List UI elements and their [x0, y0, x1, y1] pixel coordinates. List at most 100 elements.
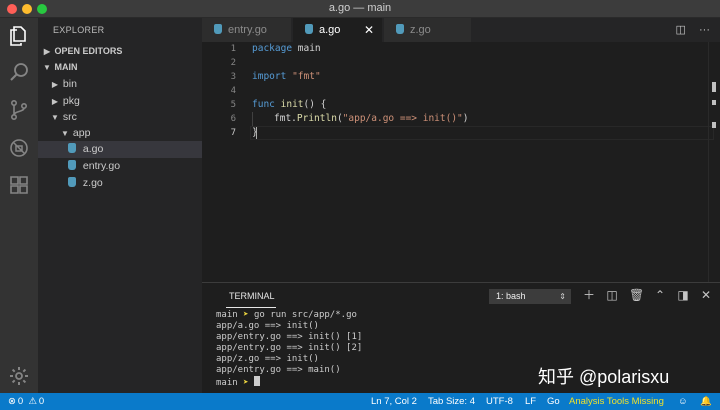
line-ending[interactable]: LF	[525, 393, 536, 410]
close-panel-icon[interactable]: ✕	[699, 288, 713, 302]
tree-file-a-go[interactable]: a.go	[38, 141, 202, 158]
line-number: 1	[230, 44, 236, 54]
overview-ruler	[708, 42, 709, 282]
active-tab-underline	[226, 307, 276, 308]
open-editors-section[interactable]: ▶ OPEN EDITORS	[38, 43, 202, 60]
terminal-select-value: 1: bash	[496, 291, 526, 301]
root-folder-section[interactable]: ▼ MAIN	[38, 59, 202, 76]
tree-folder-app[interactable]: ▼ app	[38, 125, 202, 142]
code-line-3: import "fmt"	[252, 71, 321, 82]
cursor-position[interactable]: Ln 7, Col 2	[371, 393, 417, 410]
split-editor-icon[interactable]: ◫	[676, 23, 686, 36]
line-number: 3	[230, 72, 236, 82]
chevron-down-icon: ▼	[51, 113, 59, 122]
tab-a-go[interactable]: a.go ✕	[293, 18, 383, 42]
encoding[interactable]: UTF-8	[486, 393, 513, 410]
terminal-line: app/a.go ==> init()	[216, 321, 319, 331]
toggle-panel-icon[interactable]: ◨	[676, 288, 690, 302]
line-number: 2	[230, 58, 236, 68]
analysis-tools-warning[interactable]: Analysis Tools Missing	[569, 393, 664, 410]
code-line-5: func init() {	[252, 99, 327, 110]
trash-icon[interactable]: 🗑	[629, 288, 644, 302]
tree-label: pkg	[62, 95, 80, 107]
tree-label: a.go	[82, 143, 104, 155]
go-file-icon	[68, 143, 76, 153]
terminal-panel: TERMINAL 1: bash ⇕ ＋ ◫ 🗑 ⌃ ◨ ✕ main ➤ go…	[202, 282, 720, 393]
tab-label: entry.go	[228, 24, 267, 36]
open-editors-label: OPEN EDITORS	[54, 46, 123, 56]
terminal-prompt-line[interactable]: main ➤	[216, 376, 260, 388]
debug-icon[interactable]	[7, 136, 31, 160]
chevron-up-icon[interactable]: ⌃	[653, 288, 667, 302]
tab-label: z.go	[410, 24, 431, 36]
line-number: 4	[230, 86, 236, 96]
tree-label: entry.go	[82, 160, 121, 172]
warning-count: 0	[38, 396, 45, 407]
window-title: a.go — main	[328, 2, 392, 14]
settings-gear-icon[interactable]	[7, 364, 31, 388]
terminal-line: app/z.go ==> init()	[216, 354, 319, 364]
overview-ruler-mark	[712, 82, 716, 92]
editor-tab-bar: entry.go a.go ✕ z.go ◫ ···	[202, 18, 720, 42]
line-number: 5	[230, 100, 236, 110]
code-line-1: package main	[252, 43, 321, 54]
text-cursor	[256, 127, 257, 139]
status-bar: ⊗ 0 ⚠ 0 Ln 7, Col 2 Tab Size: 4 UTF-8 LF…	[0, 393, 720, 410]
go-file-icon	[396, 24, 404, 34]
extensions-icon[interactable]	[7, 173, 31, 197]
explorer-title: EXPLORER	[53, 25, 105, 35]
tree-folder-bin[interactable]: ▶ bin	[38, 76, 202, 93]
feedback-icon[interactable]: ☺	[678, 393, 688, 410]
chevron-down-icon: ▼	[43, 63, 51, 72]
explorer-sidebar: EXPLORER ▶ OPEN EDITORS ▼ MAIN ▶ bin ▶ p…	[38, 18, 202, 393]
chevron-down-icon: ▼	[61, 129, 69, 138]
tree-file-entry-go[interactable]: entry.go	[38, 158, 202, 175]
terminal-line: main ➤ go run src/app/*.go	[216, 310, 357, 320]
split-terminal-icon[interactable]: ◫	[605, 288, 619, 302]
chevron-right-icon: ▶	[43, 47, 51, 56]
chevron-right-icon: ▶	[51, 97, 59, 106]
terminal-line: app/entry.go ==> main()	[216, 365, 341, 375]
editor-actions: ◫ ···	[666, 23, 710, 36]
go-file-icon	[68, 160, 76, 170]
tab-z-go[interactable]: z.go	[384, 18, 472, 42]
tree-file-z-go[interactable]: z.go	[38, 175, 202, 192]
current-line-highlight	[250, 126, 714, 140]
terminal-cursor	[253, 376, 260, 386]
terminal-line: app/entry.go ==> init() [2]	[216, 343, 363, 353]
overview-ruler-mark	[712, 122, 716, 128]
more-actions-icon[interactable]: ···	[699, 24, 710, 36]
go-file-icon	[214, 24, 222, 34]
explorer-files-icon[interactable]	[7, 24, 31, 48]
tree-label: bin	[62, 78, 77, 90]
root-folder-label: MAIN	[54, 62, 78, 72]
warning-icon: ⚠	[28, 396, 37, 407]
chevron-updown-icon: ⇕	[559, 292, 566, 301]
go-file-icon	[68, 177, 76, 187]
line-number: 6	[230, 114, 236, 124]
tree-folder-pkg[interactable]: ▶ pkg	[38, 93, 202, 110]
tree-label: src	[62, 111, 77, 123]
source-control-icon[interactable]	[7, 98, 31, 122]
tab-entry-go[interactable]: entry.go	[202, 18, 292, 42]
tree-folder-src[interactable]: ▼ src	[38, 109, 202, 126]
line-number: 7	[230, 128, 236, 138]
tree-label: z.go	[82, 177, 103, 189]
tree-label: app	[72, 127, 91, 139]
terminal-select[interactable]: 1: bash ⇕	[489, 289, 571, 304]
notifications-bell-icon[interactable]: 🔔	[700, 393, 712, 410]
close-icon[interactable]: ✕	[364, 18, 374, 42]
title-bar: a.go — main	[0, 0, 720, 18]
new-terminal-icon[interactable]: ＋	[582, 288, 596, 302]
tab-size[interactable]: Tab Size: 4	[428, 393, 475, 410]
tab-terminal[interactable]: TERMINAL	[229, 291, 275, 301]
tab-label: a.go	[319, 24, 341, 36]
language-mode[interactable]: Go	[547, 393, 560, 410]
activity-bar	[0, 18, 38, 393]
search-icon[interactable]	[7, 60, 31, 84]
code-editor[interactable]: 1 2 3 4 5 6 7 package main import "fmt" …	[202, 42, 720, 282]
go-file-icon	[305, 24, 313, 34]
chevron-right-icon: ▶	[51, 80, 59, 89]
error-icon: ⊗	[8, 396, 16, 407]
problems-indicator[interactable]: ⊗ 0 ⚠ 0	[8, 393, 44, 410]
